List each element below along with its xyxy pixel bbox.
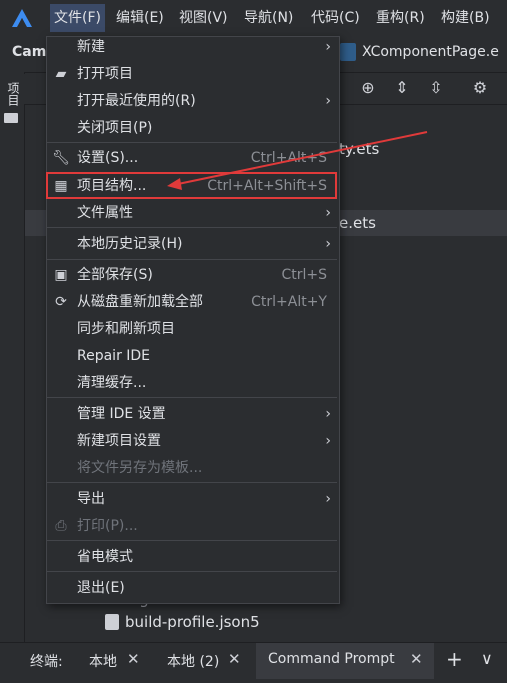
tree-item[interactable]: e.ets [339, 214, 376, 232]
tree-item[interactable]: build-profile.json5 [125, 613, 260, 631]
close-icon[interactable]: ✕ [410, 650, 423, 668]
highlight-box [46, 172, 337, 199]
menu-item-close-project[interactable]: 关闭项目(P) [47, 115, 337, 141]
wrench-icon: 🔧︎ [52, 150, 70, 166]
menu-item-label: Repair IDE [77, 348, 151, 364]
menu-item-power-save-mode[interactable]: 省电模式 [47, 544, 337, 570]
menu-item-open-project[interactable]: ▰ 打开项目 [47, 61, 337, 87]
menu-separator [47, 259, 337, 260]
menu-item-exit[interactable]: 退出(E) [47, 575, 337, 601]
terminal-tab-command-prompt[interactable]: Command Prompt [268, 651, 395, 667]
menu-code[interactable]: 代码(C) [311, 8, 360, 28]
reload-icon: ⟳ [55, 294, 67, 310]
menu-separator [47, 397, 337, 398]
menu-item-local-history[interactable]: 本地历史记录(H) › [47, 231, 337, 257]
menu-item-label: 管理 IDE 设置 [77, 406, 166, 422]
menu-item-save-as-template: 将文件另存为模板... [47, 455, 337, 481]
menu-item-label: 退出(E) [77, 580, 125, 596]
menu-item-label: 清理缓存... [77, 375, 147, 391]
menu-item-print: ⎙ 打印(P)... [47, 513, 337, 539]
side-tool-strip [0, 72, 25, 642]
chevron-right-icon: › [325, 39, 331, 55]
menu-separator [47, 482, 337, 483]
menu-separator [47, 142, 337, 143]
menu-item-save-all[interactable]: ▣ 全部保存(S) Ctrl+S [47, 262, 337, 288]
menu-build[interactable]: 构建(B) [441, 8, 490, 28]
app-logo-icon[interactable] [11, 8, 33, 28]
locate-icon[interactable]: ⊕ [359, 79, 377, 97]
terminal-tab-local-2[interactable]: 本地 (2) [167, 651, 219, 671]
menu-item-label: 新建项目设置 [77, 433, 161, 449]
project-name-label[interactable]: Cam [12, 44, 46, 60]
shortcut-label: Ctrl+Alt+Y [251, 294, 327, 310]
collapse-all-icon[interactable]: ⇳ [427, 79, 445, 97]
menu-item-label: 本地历史记录(H) [77, 236, 183, 252]
file-icon [105, 614, 119, 630]
menu-edit[interactable]: 编辑(E) [116, 8, 164, 28]
menu-item-label: 关闭项目(P) [77, 120, 153, 136]
terminal-tab-local[interactable]: 本地 [89, 651, 117, 671]
menu-item-label: 文件属性 [77, 205, 133, 221]
add-terminal-button[interactable]: + [446, 647, 463, 671]
menu-item-sync-refresh[interactable]: 同步和刷新项目 [47, 316, 337, 342]
menu-navigate[interactable]: 导航(N) [244, 8, 293, 28]
printer-icon: ⎙ [55, 518, 67, 534]
menu-separator [47, 227, 337, 228]
chevron-right-icon: › [325, 236, 331, 252]
expand-all-icon[interactable]: ⇕ [393, 79, 411, 97]
menu-item-file-properties[interactable]: 文件属性 › [47, 200, 337, 226]
menu-separator [47, 540, 337, 541]
chevron-right-icon: › [325, 93, 331, 109]
menu-item-label: 设置(S)... [77, 150, 139, 166]
project-tool-tab[interactable]: 项目 [3, 82, 20, 106]
menu-item-label: 同步和刷新项目 [77, 321, 175, 337]
menu-item-label: 将文件另存为模板... [77, 460, 203, 476]
ets-file-icon [340, 43, 356, 61]
menu-item-manage-ide-settings[interactable]: 管理 IDE 设置 › [47, 401, 337, 427]
open-file-tab[interactable]: XComponentPage.e [362, 44, 499, 60]
chevron-right-icon: › [325, 491, 331, 507]
menu-item-label: 新建 [77, 39, 105, 55]
menu-item-clear-cache[interactable]: 清理缓存... [47, 370, 337, 396]
menu-item-label: 从磁盘重新加载全部 [77, 294, 203, 310]
gear-icon[interactable]: ⚙ [471, 79, 489, 97]
folder-open-icon: ▰ [55, 66, 67, 82]
menu-item-label: 打印(P)... [77, 518, 138, 534]
shortcut-label: Ctrl+Alt+S [250, 150, 327, 166]
menu-view[interactable]: 视图(V) [179, 8, 228, 28]
terminal-options-chevron[interactable]: ∨ [481, 649, 493, 668]
chevron-right-icon: › [325, 205, 331, 221]
close-icon[interactable]: ✕ [228, 650, 241, 668]
menu-item-new-project-settings[interactable]: 新建项目设置 › [47, 428, 337, 454]
menu-item-label: 省电模式 [77, 549, 133, 565]
chevron-right-icon: › [325, 433, 331, 449]
menu-item-export[interactable]: 导出 › [47, 486, 337, 512]
menu-separator [47, 571, 337, 572]
menu-item-new[interactable]: 新建 › [47, 34, 337, 60]
save-icon: ▣ [54, 267, 68, 283]
menu-item-label: 打开项目 [77, 66, 133, 82]
menu-refactor[interactable]: 重构(R) [376, 8, 425, 28]
folder-icon[interactable] [4, 113, 18, 123]
tree-item[interactable]: ty.ets [339, 140, 379, 158]
menu-item-repair-ide[interactable]: Repair IDE [47, 343, 337, 369]
menu-item-label: 打开最近使用的(R) [77, 93, 196, 109]
menu-item-settings[interactable]: 🔧︎ 设置(S)... Ctrl+Alt+S [47, 145, 337, 171]
close-icon[interactable]: ✕ [127, 650, 140, 668]
menu-item-reload-all[interactable]: ⟳ 从磁盘重新加载全部 Ctrl+Alt+Y [47, 289, 337, 315]
menu-item-open-recent[interactable]: 打开最近使用的(R) › [47, 88, 337, 114]
chevron-right-icon: › [325, 406, 331, 422]
terminal-label: 终端: [30, 654, 63, 670]
menu-item-label: 导出 [77, 491, 105, 507]
shortcut-label: Ctrl+S [281, 267, 327, 283]
menu-file[interactable]: 文件(F) [50, 4, 105, 32]
menu-item-label: 全部保存(S) [77, 267, 153, 283]
